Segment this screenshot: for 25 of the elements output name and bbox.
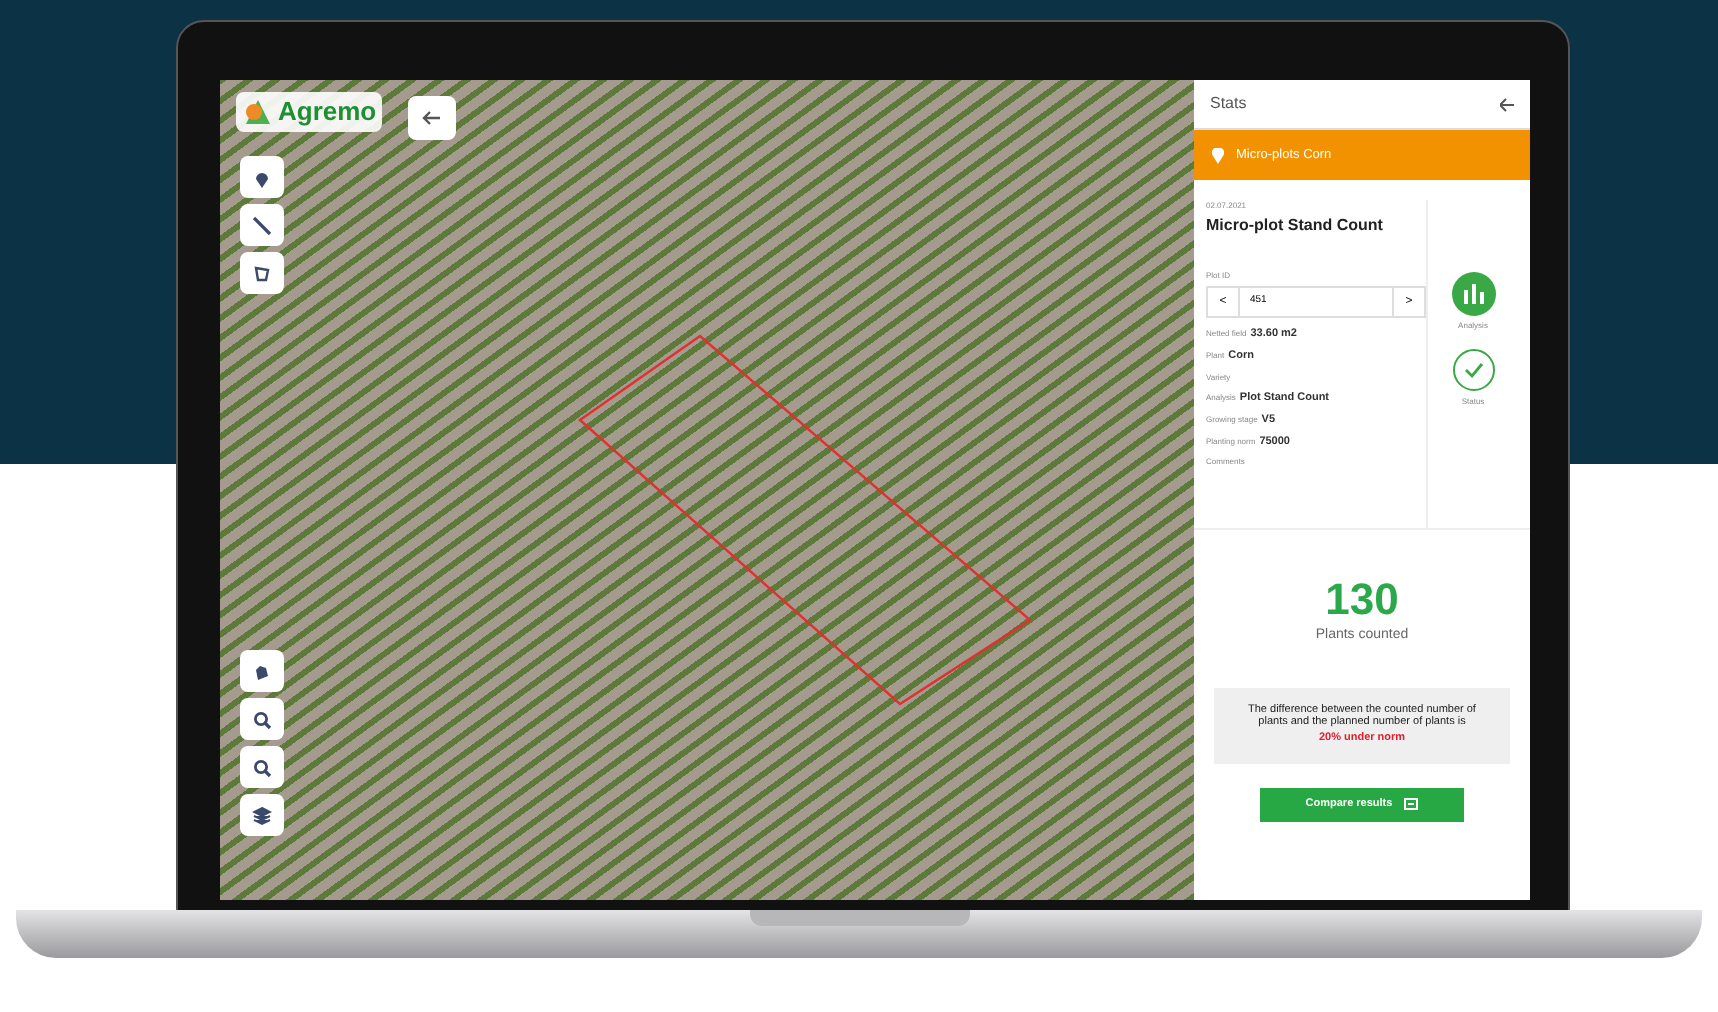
arrow-left-icon	[422, 110, 442, 126]
back-button[interactable]	[408, 96, 456, 140]
panel-heading: Micro-plot Stand Count	[1206, 214, 1385, 238]
plant-chart-icon[interactable]	[1451, 272, 1495, 316]
pin-icon	[1212, 147, 1224, 163]
panel-title: Stats	[1210, 92, 1247, 116]
plant-count: 130	[1325, 578, 1399, 622]
layers-icon	[252, 805, 272, 825]
map-tool-button[interactable]	[240, 698, 284, 740]
map-tool-button[interactable]	[240, 252, 284, 294]
compare-icon	[1404, 798, 1419, 810]
map-tool-button[interactable]	[240, 650, 284, 692]
collapse-arrow-icon[interactable]	[1500, 97, 1514, 111]
checkmark-icon[interactable]	[1451, 348, 1495, 392]
zoom-in-icon	[252, 709, 272, 729]
zoom-out-icon	[252, 757, 272, 777]
logo-text: Agremo	[278, 94, 377, 130]
map-tool-button[interactable]	[240, 794, 284, 836]
map-tool-button[interactable]	[240, 746, 284, 788]
map-tool-button[interactable]	[240, 156, 284, 198]
logo-icon	[242, 95, 274, 128]
map-tool-button[interactable]	[240, 204, 284, 246]
pin-icon	[252, 167, 272, 187]
line-tool-icon	[252, 215, 272, 235]
polygon-tool-icon	[252, 263, 272, 283]
